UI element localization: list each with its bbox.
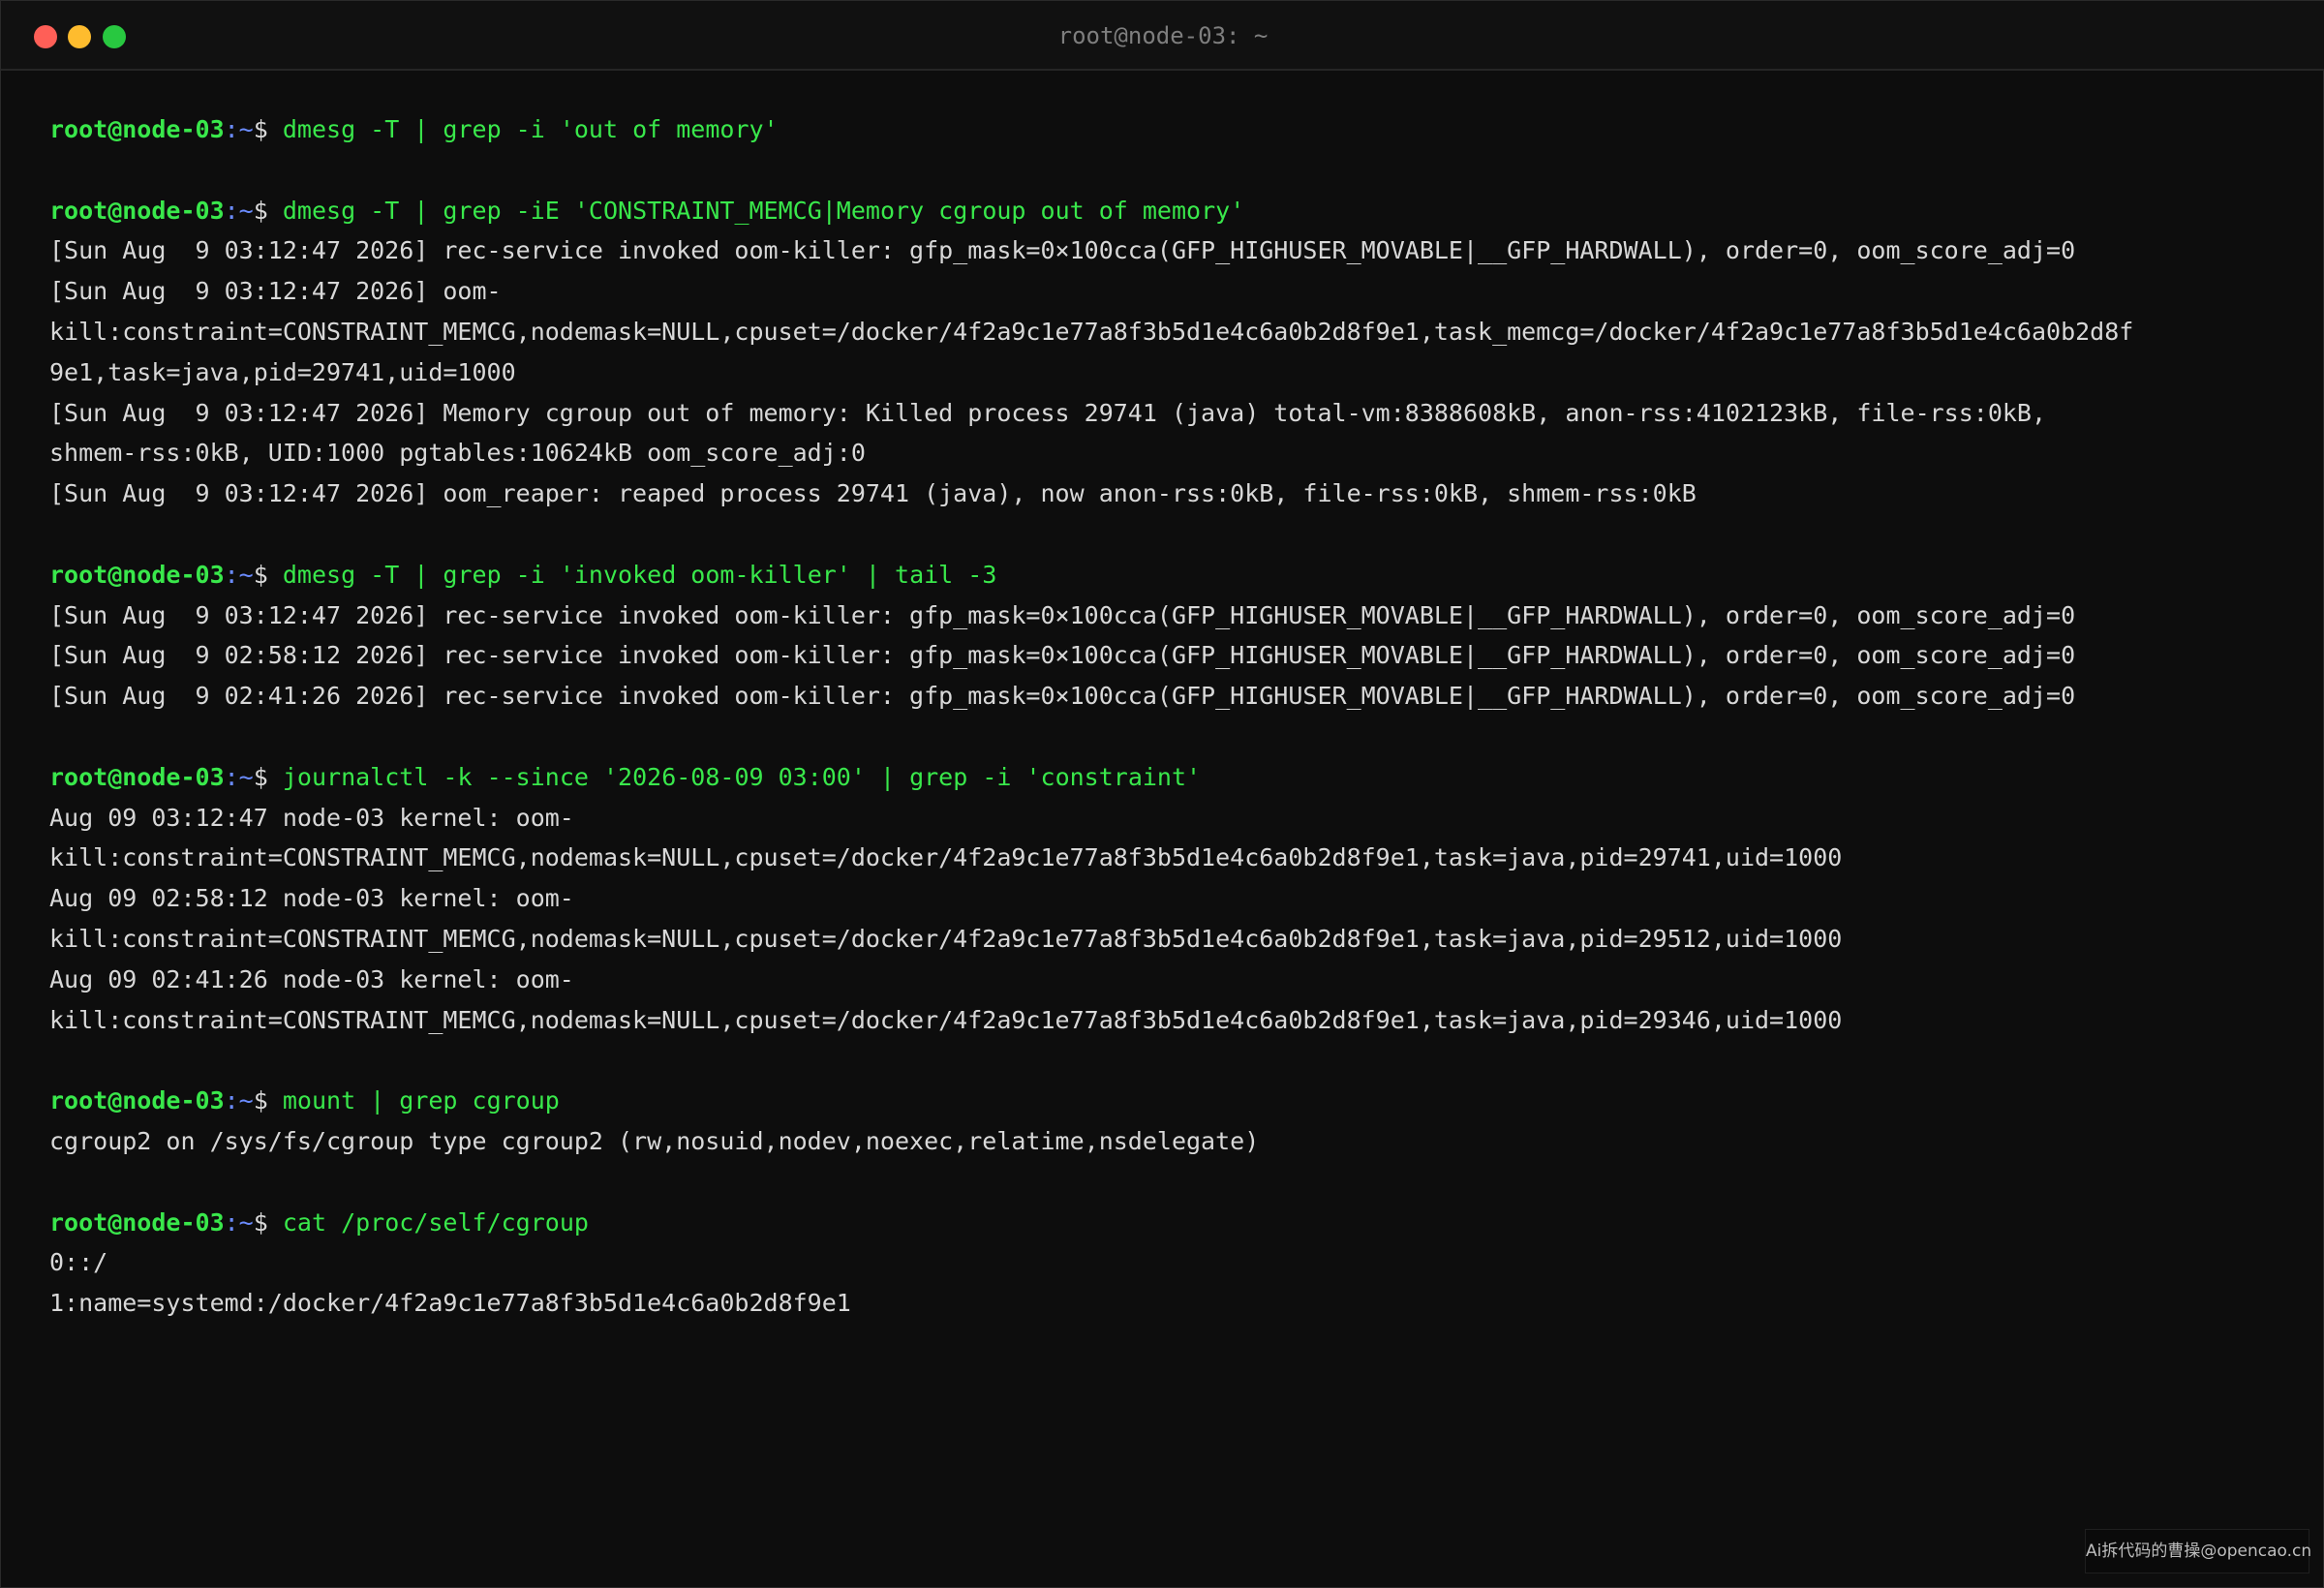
output-line: kill:constraint=CONSTRAINT_MEMCG,nodemas… <box>49 843 1843 872</box>
watermark: Ai拆代码的曹操@opencao.cn <box>2085 1529 2311 1573</box>
prompt-symbol: $ <box>253 115 268 143</box>
terminal-output[interactable]: root@node-03:~$ dmesg -T | grep -i 'out … <box>49 109 2296 1324</box>
prompt-path: :~ <box>224 196 254 225</box>
output-line: Aug 09 02:41:26 node-03 kernel: oom- <box>49 964 574 993</box>
command-text: cat /proc/self/cgroup <box>282 1207 589 1237</box>
output-line: [Sun Aug 9 02:58:12 2026] rec-service in… <box>49 641 2076 670</box>
terminal-window: root@node-03: ~ root@node-03:~$ dmesg -T… <box>0 0 2324 1588</box>
command-line: root@node-03:~$ mount | grep cgroup <box>49 1081 2296 1121</box>
output-line: cgroup2 on /sys/fs/cgroup type cgroup2 (… <box>49 1126 1260 1155</box>
output-line: [Sun Aug 9 03:12:47 2026] oom_reaper: re… <box>49 479 1697 508</box>
prompt-symbol: $ <box>253 1086 268 1115</box>
title-bar: root@node-03: ~ <box>1 1 2324 71</box>
prompt-path: :~ <box>224 1207 254 1237</box>
output-line: shmem-rss:0kB, UID:1000 pgtables:10624kB… <box>49 439 866 468</box>
command-text: dmesg -T | grep -i 'invoked oom-killer' … <box>282 560 997 589</box>
prompt-user-host: root@node-03 <box>49 560 225 589</box>
output-line: [Sun Aug 9 03:12:47 2026] rec-service in… <box>49 600 2076 629</box>
command-text: journalctl -k --since '2026-08-09 03:00'… <box>282 762 1202 791</box>
prompt-symbol: $ <box>253 1207 268 1237</box>
prompt-symbol: $ <box>253 762 268 791</box>
output-line: kill:constraint=CONSTRAINT_MEMCG,nodemas… <box>49 924 1843 953</box>
command-line: root@node-03:~$ dmesg -T | grep -i 'invo… <box>49 555 2296 596</box>
command-line: root@node-03:~$ cat /proc/self/cgroup <box>49 1203 2296 1243</box>
command-text: dmesg -T | grep -iE 'CONSTRAINT_MEMCG|Me… <box>282 196 1245 225</box>
prompt-user-host: root@node-03 <box>49 115 225 143</box>
window-title: root@node-03: ~ <box>1057 22 1269 49</box>
output-line: 0::/ <box>49 1248 108 1277</box>
output-line: Aug 09 03:12:47 node-03 kernel: oom- <box>49 803 574 832</box>
output-line: 9e1,task=java,pid=29741,uid=1000 <box>49 357 516 386</box>
output-line: kill:constraint=CONSTRAINT_MEMCG,nodemas… <box>49 317 2134 346</box>
command-line: root@node-03:~$ dmesg -T | grep -iE 'CON… <box>49 191 2296 231</box>
prompt-path: :~ <box>224 560 254 589</box>
prompt-symbol: $ <box>253 196 268 225</box>
output-line: 1:name=systemd:/docker/4f2a9c1e77a8f3b5d… <box>49 1289 851 1318</box>
prompt-symbol: $ <box>253 560 268 589</box>
prompt-user-host: root@node-03 <box>49 1086 225 1115</box>
command-line: root@node-03:~$ journalctl -k --since '2… <box>49 757 2296 798</box>
output-line: [Sun Aug 9 03:12:47 2026] Memory cgroup … <box>49 398 2047 427</box>
output-line: Aug 09 02:58:12 node-03 kernel: oom- <box>49 884 574 913</box>
output-line: kill:constraint=CONSTRAINT_MEMCG,nodemas… <box>49 1005 1843 1034</box>
output-line: [Sun Aug 9 03:12:47 2026] oom- <box>49 277 502 306</box>
prompt-path: :~ <box>224 762 254 791</box>
prompt-path: :~ <box>224 115 254 143</box>
prompt-user-host: root@node-03 <box>49 1207 225 1237</box>
prompt-path: :~ <box>224 1086 254 1115</box>
command-text: mount | grep cgroup <box>282 1086 560 1115</box>
prompt-user-host: root@node-03 <box>49 196 225 225</box>
prompt-user-host: root@node-03 <box>49 762 225 791</box>
command-line: root@node-03:~$ dmesg -T | grep -i 'out … <box>49 109 2296 150</box>
output-line: [Sun Aug 9 03:12:47 2026] rec-service in… <box>49 236 2076 265</box>
output-line: [Sun Aug 9 02:41:26 2026] rec-service in… <box>49 682 2076 711</box>
command-text: dmesg -T | grep -i 'out of memory' <box>282 115 779 143</box>
